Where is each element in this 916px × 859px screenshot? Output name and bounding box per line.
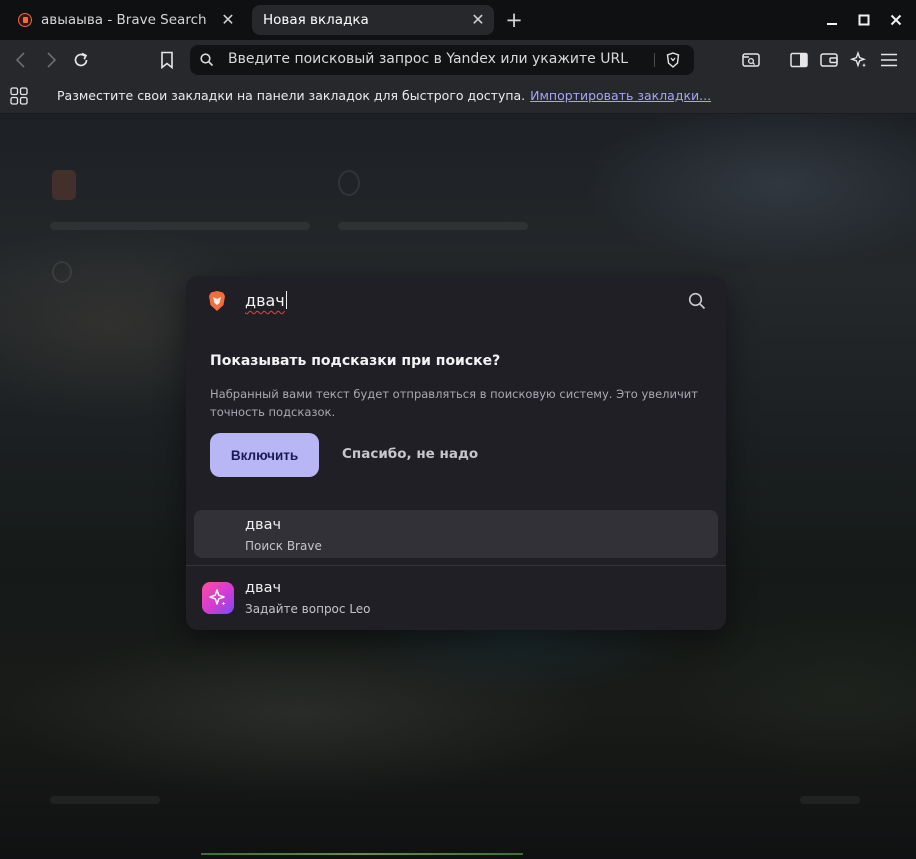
tab-search-icon[interactable] (740, 49, 762, 71)
sidebar-toggle-icon[interactable] (788, 49, 810, 71)
blurred-stats-text (338, 222, 528, 230)
address-bar[interactable]: Введите поисковый запрос в Yandex или ук… (190, 45, 694, 75)
back-icon[interactable] (10, 49, 32, 71)
suggestion-title: двач (245, 517, 282, 533)
import-bookmarks-link[interactable]: Импортировать закладки... (530, 88, 711, 103)
blurred-photo-credit (50, 796, 160, 804)
tab-new-tab[interactable]: Новая вкладка ✕ (252, 5, 494, 35)
search-query-text: двач (245, 291, 285, 310)
suggestions-prompt-heading: Показывать подсказки при поиске? (210, 353, 501, 369)
decline-suggestions-button[interactable]: Спасибо, не надо (342, 446, 478, 462)
tab-title: авыаыва - Brave Search (41, 12, 207, 28)
top-site-tile[interactable] (52, 170, 76, 200)
brave-search-favicon (18, 13, 32, 27)
search-icon[interactable] (688, 292, 706, 310)
menu-icon[interactable] (878, 49, 900, 71)
close-window-icon[interactable] (886, 10, 906, 30)
enable-suggestions-button[interactable]: Включить (210, 433, 319, 477)
tab-title: Новая вкладка (263, 12, 369, 28)
tab-strip: авыаыва - Brave Search ✕ Новая вкладка ✕… (0, 0, 916, 40)
suggestion-subtitle: Поиск Brave (245, 539, 322, 553)
blurred-customize-link (800, 796, 860, 804)
minimize-window-icon[interactable] (822, 10, 842, 30)
blurred-stats-text (50, 222, 310, 230)
suggestion-subtitle: Задайте вопрос Leo (245, 602, 371, 616)
address-bar-divider (654, 53, 655, 67)
search-icon (200, 53, 214, 67)
forward-icon[interactable] (40, 49, 62, 71)
top-site-tile[interactable] (338, 170, 360, 196)
leo-ai-icon[interactable] (848, 49, 870, 71)
navigation-toolbar: Введите поисковый запрос в Yandex или ук… (0, 40, 916, 80)
close-tab-icon[interactable]: ✕ (470, 12, 486, 28)
bookmark-icon[interactable] (156, 49, 178, 71)
maximize-window-icon[interactable] (854, 10, 874, 30)
bookmarks-bar: Разместите свои закладки на панели закла… (0, 80, 916, 114)
search-query-input[interactable]: двач (245, 291, 287, 310)
apps-grid-icon[interactable] (10, 87, 28, 105)
omnibox-suggestion-popup: двач Показывать подсказки при поиске? На… (186, 276, 726, 630)
address-bar-placeholder: Введите поисковый запрос в Yandex или ук… (228, 51, 629, 67)
top-site-tile[interactable] (52, 261, 72, 283)
leo-sparkle-icon (202, 582, 234, 614)
suggestions-prompt-description: Набранный вами текст будет отправляться … (210, 387, 698, 419)
brave-shields-icon[interactable] (666, 52, 680, 68)
bookmarks-hint-text: Разместите свои закладки на панели закла… (57, 88, 526, 103)
reload-icon[interactable] (70, 49, 92, 71)
wallet-icon[interactable] (818, 49, 840, 71)
loading-indicator (201, 853, 523, 855)
brave-logo-icon (209, 291, 225, 311)
bookmarks-hint: Разместите свои закладки на панели закла… (57, 88, 711, 103)
suggestion-row-brave-search[interactable]: двач Поиск Brave (194, 510, 718, 558)
suggestion-divider (186, 565, 726, 566)
suggestion-row-ask-leo[interactable]: двач Задайте вопрос Leo (194, 573, 718, 621)
tab-brave-search[interactable]: авыаыва - Brave Search ✕ (8, 5, 244, 35)
close-tab-icon[interactable]: ✕ (220, 12, 236, 28)
suggestion-title: двач (245, 580, 282, 596)
new-tab-plus-icon[interactable]: + (504, 9, 524, 31)
